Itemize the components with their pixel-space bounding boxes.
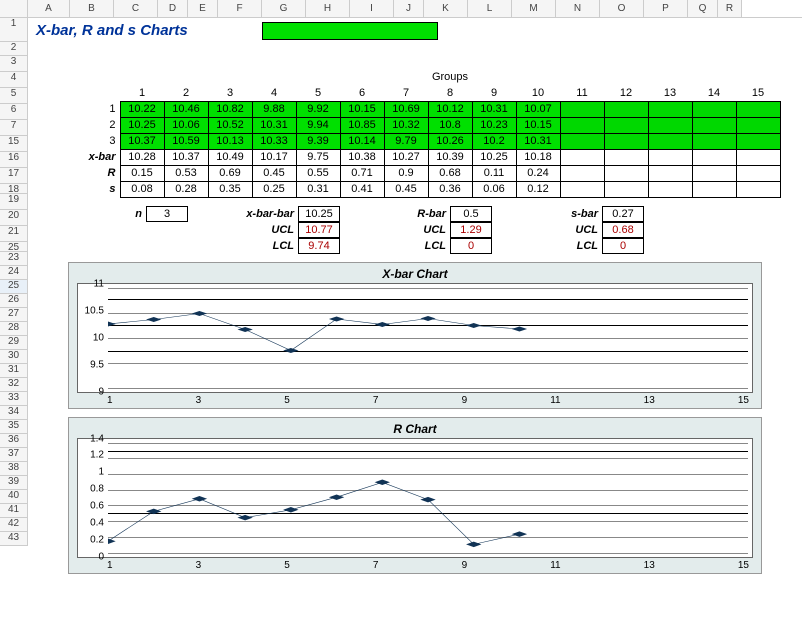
data-cell[interactable]: 10.31	[472, 101, 516, 117]
row-numbers: 1 2 3 4 5 6 7 15 16 17 18 19 20 21 25 23…	[0, 18, 28, 574]
data-cell[interactable]	[604, 117, 648, 133]
data-cell[interactable]	[604, 101, 648, 117]
data-cell[interactable]: 10.59	[164, 133, 208, 149]
data-table[interactable]: Groups 123456789101112131415 110.2210.46…	[76, 69, 781, 198]
sheet-content[interactable]: X-bar, R and s Charts Groups 12345678910…	[28, 18, 802, 574]
data-cell[interactable]: 10.85	[340, 117, 384, 133]
data-cell[interactable]: 10.33	[252, 133, 296, 149]
xbar-chart: X-bar Chart 99.51010.511 13579111315	[68, 262, 762, 409]
data-cell[interactable]: 10.52	[208, 117, 252, 133]
data-cell[interactable]	[648, 117, 692, 133]
r-chart: R Chart 00.20.40.60.811.21.4 13579111315	[68, 417, 762, 574]
data-cell[interactable]: 9.79	[384, 133, 428, 149]
data-cell[interactable]	[560, 101, 604, 117]
n-value[interactable]: 3	[146, 206, 188, 222]
data-cell[interactable]	[692, 117, 736, 133]
data-cell[interactable]: 10.14	[340, 133, 384, 149]
data-cell[interactable]: 10.46	[164, 101, 208, 117]
data-cell[interactable]: 10.15	[340, 101, 384, 117]
data-cell[interactable]	[604, 133, 648, 149]
data-cell[interactable]	[736, 133, 780, 149]
data-cell[interactable]: 10.31	[516, 133, 560, 149]
data-cell[interactable]: 9.88	[252, 101, 296, 117]
data-cell[interactable]: 10.26	[428, 133, 472, 149]
data-cell[interactable]	[648, 101, 692, 117]
column-headers: A B C D E F G H I J K L M N O P Q R	[0, 0, 802, 18]
data-cell[interactable]: 10.82	[208, 101, 252, 117]
data-cell[interactable]	[648, 133, 692, 149]
data-cell[interactable]: 10.07	[516, 101, 560, 117]
data-cell[interactable]: 10.23	[472, 117, 516, 133]
data-cell[interactable]: 10.15	[516, 117, 560, 133]
data-cell[interactable]: 10.06	[164, 117, 208, 133]
data-cell[interactable]: 10.2	[472, 133, 516, 149]
data-cell[interactable]: 10.13	[208, 133, 252, 149]
data-cell[interactable]	[736, 117, 780, 133]
data-cell[interactable]: 10.25	[120, 117, 164, 133]
data-cell[interactable]: 10.31	[252, 117, 296, 133]
data-cell[interactable]	[692, 101, 736, 117]
stats-summary: n3 x-bar-bar10.25 UCL10.77 LCL9.74 R-bar…	[76, 206, 802, 254]
data-cell[interactable]: 10.12	[428, 101, 472, 117]
data-cell[interactable]: 9.94	[296, 117, 340, 133]
groups-header: Groups	[120, 69, 780, 85]
data-cell[interactable]: 10.32	[384, 117, 428, 133]
data-cell[interactable]: 9.39	[296, 133, 340, 149]
data-cell[interactable]: 10.37	[120, 133, 164, 149]
data-cell[interactable]: 9.92	[296, 101, 340, 117]
data-cell[interactable]: 10.69	[384, 101, 428, 117]
data-cell[interactable]	[692, 133, 736, 149]
data-cell[interactable]	[736, 101, 780, 117]
green-fill-block	[262, 22, 438, 40]
data-cell[interactable]: 10.8	[428, 117, 472, 133]
data-cell[interactable]	[560, 117, 604, 133]
data-cell[interactable]: 10.22	[120, 101, 164, 117]
data-cell[interactable]	[560, 133, 604, 149]
